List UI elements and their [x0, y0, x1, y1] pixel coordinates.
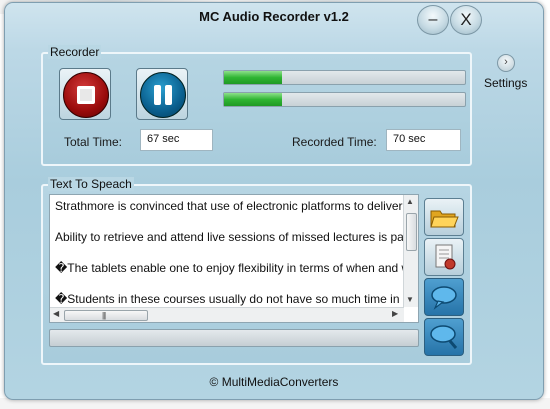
open-folder-icon — [430, 210, 459, 228]
pause-button[interactable] — [136, 68, 188, 120]
text-line: Strathmore is convinced that use of elec… — [55, 199, 403, 213]
text-to-speech-group-label: Text To Speach — [48, 177, 134, 191]
scroll-up-icon[interactable]: ▲ — [406, 197, 414, 206]
level-meter-2-fill — [224, 93, 282, 106]
vertical-scroll-thumb[interactable] — [406, 213, 417, 251]
minimize-button[interactable]: – — [417, 5, 449, 35]
stop-button[interactable] — [59, 68, 111, 120]
open-document-button[interactable] — [424, 238, 464, 276]
text-to-speech-group: Text To Speach Strathmore is convinced t… — [41, 177, 472, 365]
scroll-right-icon[interactable]: ▶ — [392, 309, 398, 318]
speech-progress-bar — [49, 329, 419, 347]
recorder-group: Recorder Total Time: 67 sec Recorded Tim… — [41, 45, 472, 166]
copyright-footer: © MultiMediaConverters — [209, 375, 339, 389]
total-time-field[interactable]: 67 sec — [140, 129, 213, 151]
app-window: MC Audio Recorder v1.2 – X › Settings Re… — [4, 2, 544, 400]
stop-icon — [63, 72, 109, 118]
recorded-time-label: Recorded Time: — [292, 135, 377, 149]
horizontal-scroll-thumb[interactable]: ||| — [64, 310, 148, 321]
level-meter-1-fill — [224, 71, 282, 84]
scroll-down-icon[interactable]: ▼ — [406, 295, 414, 304]
total-time-label: Total Time: — [64, 135, 123, 149]
text-line: �Students in these courses usually do no… — [55, 292, 413, 306]
text-line: �The tablets enable one to enjoy flexibi… — [55, 261, 411, 275]
close-button[interactable]: X — [450, 5, 482, 35]
level-meter-2 — [223, 92, 466, 107]
speak-search-icon — [430, 325, 458, 349]
settings-button[interactable]: › — [497, 54, 515, 72]
recorder-group-label: Recorder — [48, 45, 102, 59]
level-meter-1 — [223, 70, 466, 85]
speech-text-area[interactable]: Strathmore is convinced that use of elec… — [49, 194, 419, 323]
scroll-left-icon[interactable]: ◀ — [53, 309, 59, 318]
open-document-icon — [435, 244, 456, 270]
settings-label[interactable]: Settings — [484, 76, 527, 90]
recorded-time-field[interactable]: 70 sec — [386, 129, 461, 151]
pause-icon — [140, 72, 186, 118]
horizontal-scrollbar[interactable]: ◀ ||| ▶ — [50, 307, 404, 322]
vertical-scrollbar[interactable]: ▲ ▼ — [403, 195, 418, 307]
open-file-button[interactable] — [424, 198, 464, 236]
scroll-grip-icon: ||| — [102, 311, 106, 320]
speak-button[interactable] — [424, 278, 464, 316]
speak-icon — [431, 286, 457, 310]
speak-search-button[interactable] — [424, 318, 464, 356]
chevron-right-icon: › — [504, 56, 508, 68]
text-line: Ability to retrieve and attend live sess… — [55, 230, 408, 244]
